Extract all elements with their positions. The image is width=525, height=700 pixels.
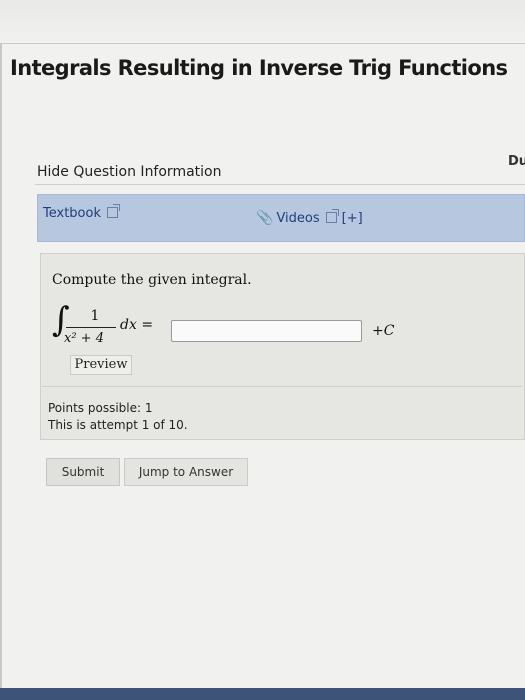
external-link-icon: [325, 209, 339, 223]
fraction-numerator: 1: [90, 308, 100, 324]
due-date-label: Du: [508, 154, 525, 169]
differential: dx: [120, 317, 137, 333]
preview-button[interactable]: Preview: [70, 355, 132, 375]
paperclip-icon: 📎: [256, 210, 274, 226]
constant-c: C: [383, 323, 395, 339]
page-title: Integrals Resulting in Inverse Trig Func…: [10, 56, 508, 80]
differential-equals: dx =: [120, 317, 153, 333]
bottom-taskbar-strip: [0, 688, 525, 700]
videos-label: Videos: [276, 211, 320, 226]
fraction-bar: [66, 327, 116, 328]
attempt-count: This is attempt 1 of 10.: [48, 418, 188, 432]
answer-input[interactable]: [171, 320, 362, 342]
browser-top-strip: [0, 0, 525, 44]
hide-question-info-link[interactable]: Hide Question Information: [37, 164, 221, 180]
plus-sign: +: [372, 323, 384, 339]
textbook-label: Textbook: [43, 206, 101, 221]
question-prompt: Compute the given integral.: [52, 272, 252, 288]
jump-to-answer-button[interactable]: Jump to Answer: [124, 458, 248, 486]
videos-link[interactable]: 📎 Videos [+]: [256, 209, 363, 226]
question-divider: [42, 386, 522, 387]
page-left-border: [0, 44, 2, 700]
external-link-icon: [106, 204, 120, 218]
plus-constant: +C: [372, 323, 394, 339]
submit-button[interactable]: Submit: [46, 458, 120, 486]
textbook-link[interactable]: Textbook: [43, 204, 120, 221]
equals-sign: =: [141, 317, 154, 333]
expand-videos-link[interactable]: [+]: [342, 211, 363, 226]
fraction-denominator: x² + 4: [64, 331, 104, 346]
points-possible: Points possible: 1: [48, 401, 153, 415]
section-divider: [35, 184, 525, 185]
